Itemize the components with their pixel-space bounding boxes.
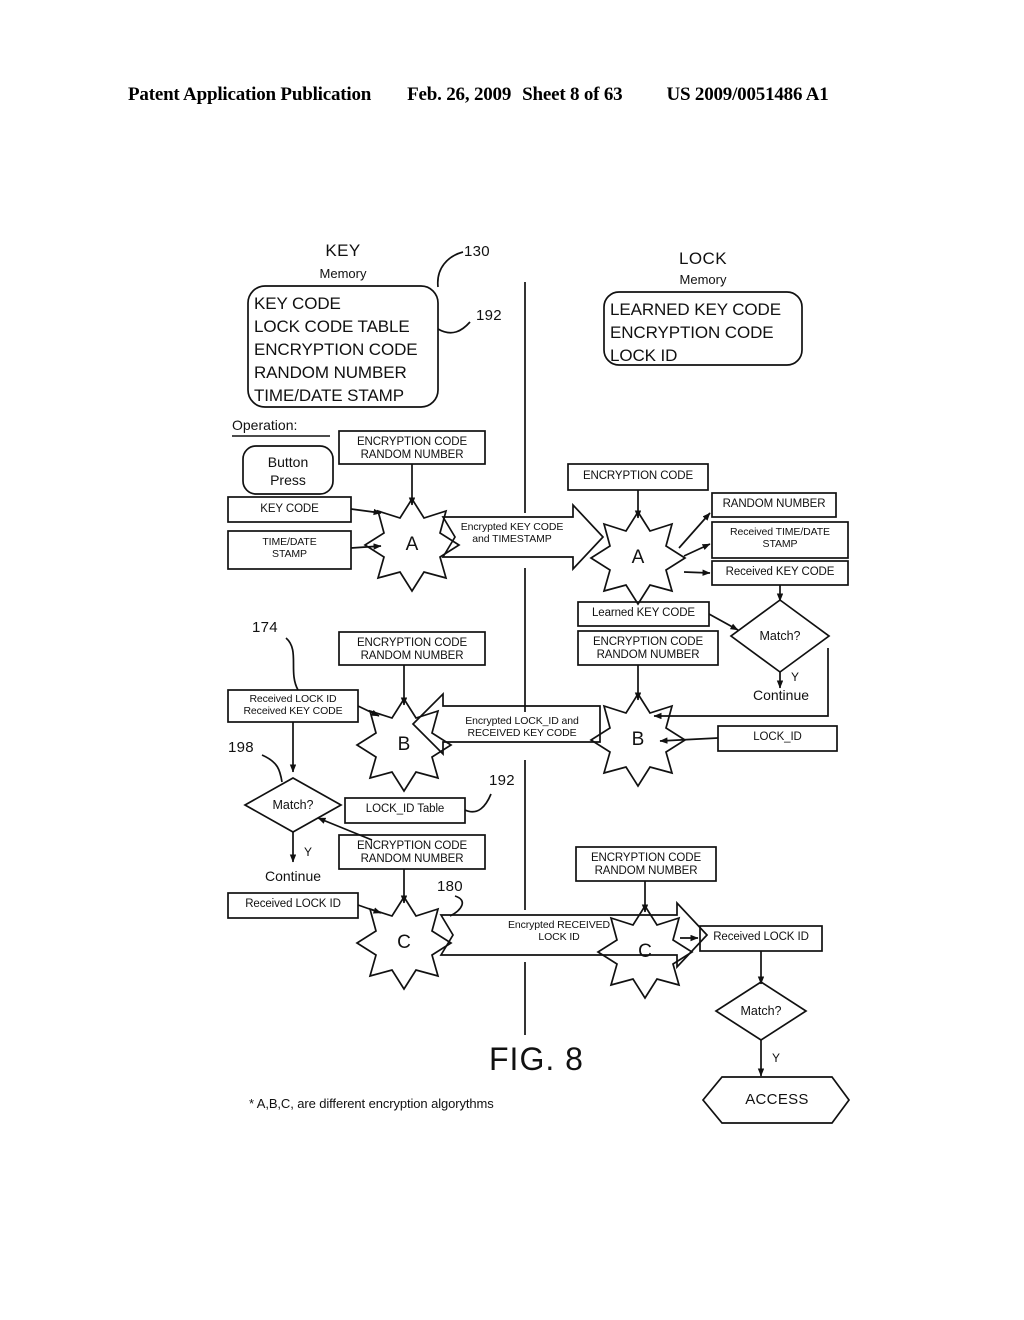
received-key-code-label: Received KEY CODE bbox=[725, 566, 835, 578]
star-b-key-label: B bbox=[397, 734, 411, 755]
arrow-learnedkeycode-to-matchA bbox=[708, 613, 739, 631]
arrow-starA-to-receivedkeycode bbox=[683, 569, 711, 576]
figure-8-diagram: KEY Memory KEY CODE LOCK CODE TABLE ENCR… bbox=[0, 0, 1024, 1320]
arrow-starA-to-randomnumber bbox=[678, 512, 711, 549]
transfer-a-label: Encrypted KEY CODE and TIMESTAMP bbox=[460, 521, 564, 545]
arrow-receivedlockkey-to-starB bbox=[357, 705, 380, 717]
key-title: KEY bbox=[325, 241, 361, 260]
match-c-yes-label: Y bbox=[772, 1051, 781, 1065]
key-code-box-label: KEY CODE bbox=[260, 503, 319, 515]
learned-key-code-label: Learned KEY CODE bbox=[591, 607, 696, 619]
star-a-lock-label: A bbox=[631, 547, 645, 568]
leader-192-mid bbox=[464, 793, 492, 813]
lock-memory-item-0: LEARNED KEY CODE bbox=[610, 300, 781, 319]
ref-number-130: 130 bbox=[464, 243, 490, 260]
star-a-key-label: A bbox=[405, 534, 419, 555]
ref-number-198: 198 bbox=[228, 739, 254, 756]
key-memory-item-2: ENCRYPTION CODE bbox=[254, 340, 418, 359]
arrow-keycode-to-starA bbox=[350, 508, 382, 516]
key-memory-item-4: TIME/DATE STAMP bbox=[254, 386, 404, 405]
arrow-starA-to-receivedtimedate bbox=[683, 543, 711, 557]
key-memory-item-1: LOCK CODE TABLE bbox=[254, 317, 410, 336]
match-a-label: Match? bbox=[759, 629, 801, 643]
lock-id-label: LOCK_ID bbox=[753, 731, 802, 743]
operation-label: Operation: bbox=[232, 417, 298, 433]
lock-memory-item-1: ENCRYPTION CODE bbox=[610, 323, 774, 342]
leader-198 bbox=[261, 754, 283, 783]
key-memory-item-0: KEY CODE bbox=[254, 294, 341, 313]
lock-id-table-label: LOCK_ID Table bbox=[365, 803, 445, 815]
match-c-label: Match? bbox=[740, 1004, 782, 1018]
access-label: ACCESS bbox=[745, 1091, 809, 1108]
key-memory-item-3: RANDOM NUMBER bbox=[254, 363, 407, 382]
key-enc-rand-a-label: ENCRYPTION CODE RANDOM NUMBER bbox=[356, 436, 468, 461]
random-number-label: RANDOM NUMBER bbox=[722, 498, 826, 510]
ref-number-192-top: 192 bbox=[476, 307, 502, 324]
transfer-c-label: Encrypted RECEIVED LOCK ID bbox=[507, 919, 611, 943]
star-b-lock-label: B bbox=[631, 729, 645, 750]
star-c-lock-label: C bbox=[638, 941, 652, 962]
lock-enc-code-a-label: ENCRYPTION CODE bbox=[582, 470, 694, 482]
key-memory-subtitle: Memory bbox=[319, 266, 367, 281]
received-lock-key-label: Received LOCK ID Received KEY CODE bbox=[243, 693, 343, 717]
lock-title: LOCK bbox=[679, 249, 727, 268]
lock-memory-item-2: LOCK ID bbox=[610, 346, 678, 365]
match-b-label: Match? bbox=[272, 798, 314, 812]
leader-130 bbox=[437, 251, 464, 288]
received-time-date-label: Received TIME/DATE STAMP bbox=[730, 526, 830, 550]
received-lock-id-key-label: Received LOCK ID bbox=[245, 898, 341, 910]
continue-b-label: Continue bbox=[264, 868, 322, 884]
diagram-canvas bbox=[227, 251, 851, 1124]
lock-enc-rand-c-label: ENCRYPTION CODE RANDOM NUMBER bbox=[590, 852, 702, 877]
key-enc-rand-c-label: ENCRYPTION CODE RANDOM NUMBER bbox=[356, 840, 468, 865]
received-lock-id-lock-label: Received LOCK ID bbox=[713, 931, 809, 943]
figure-footnote: * A,B,C, are different encryption algory… bbox=[249, 1096, 494, 1111]
match-a-yes-label: Y bbox=[791, 670, 800, 684]
leader-180 bbox=[449, 895, 464, 917]
lock-enc-rand-b-label: ENCRYPTION CODE RANDOM NUMBER bbox=[592, 636, 704, 661]
key-enc-rand-b-label: ENCRYPTION CODE RANDOM NUMBER bbox=[356, 637, 468, 662]
ref-number-180: 180 bbox=[437, 878, 463, 895]
time-date-stamp-label: TIME/DATE STAMP bbox=[262, 536, 317, 560]
lock-memory-subtitle: Memory bbox=[679, 272, 727, 287]
leader-174 bbox=[285, 637, 299, 691]
transfer-b-label: Encrypted LOCK_ID and RECEIVED KEY CODE bbox=[465, 715, 579, 739]
match-b-yes-label: Y bbox=[304, 845, 313, 859]
continue-a-label: Continue bbox=[752, 687, 810, 703]
star-c-key-label: C bbox=[397, 932, 411, 953]
leader-192-top bbox=[437, 321, 471, 334]
button-press-label: Button Press bbox=[267, 454, 309, 488]
arrow-lockid-to-starB bbox=[659, 737, 719, 744]
ref-number-174: 174 bbox=[252, 619, 278, 636]
ref-number-192-mid: 192 bbox=[489, 772, 515, 789]
figure-caption: FIG. 8 bbox=[489, 1041, 584, 1077]
